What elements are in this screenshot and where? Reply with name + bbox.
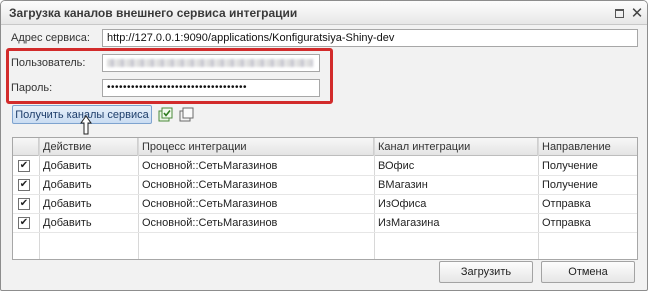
cell-channel: ИзОфиса [378, 198, 427, 210]
check-icon: ✔ [19, 179, 29, 190]
cell-channel: ИзМагазина [378, 217, 440, 229]
table-row[interactable]: ✔ Добавить Основной::СетьМагазинов ИзОфи… [13, 195, 637, 214]
header-direction[interactable]: Направление [538, 138, 637, 156]
row-checkbox[interactable]: ✔ [18, 217, 30, 229]
header-checkbox-column [13, 138, 39, 156]
dialog-window: Загрузка каналов внешнего сервиса интегр… [0, 0, 648, 291]
cell-process: Основной::СетьМагазинов [142, 217, 278, 229]
cell-action: Добавить [43, 198, 92, 210]
header-process[interactable]: Процесс интеграции [138, 138, 374, 156]
check-icon: ✔ [19, 217, 29, 228]
mouse-cursor-icon [80, 115, 92, 135]
cell-channel: ВОфис [378, 160, 415, 172]
row-checkbox[interactable]: ✔ [18, 198, 30, 210]
check-icon: ✔ [19, 160, 29, 171]
cell-action: Добавить [43, 217, 92, 229]
cell-action: Добавить [43, 179, 92, 191]
cell-direction: Отправка [542, 198, 591, 210]
maximize-icon[interactable] [611, 5, 627, 21]
select-all-icon[interactable] [158, 106, 174, 122]
cell-direction: Получение [542, 179, 598, 191]
window-title: Загрузка каналов внешнего сервиса интегр… [9, 6, 298, 20]
channels-table: Действие Процесс интеграции Канал интегр… [12, 137, 638, 260]
row-checkbox[interactable]: ✔ [18, 160, 30, 172]
row-checkbox[interactable]: ✔ [18, 179, 30, 191]
credentials-highlight-frame [6, 48, 333, 104]
cell-process: Основной::СетьМагазинов [142, 198, 278, 210]
header-action[interactable]: Действие [39, 138, 138, 156]
check-icon: ✔ [19, 198, 29, 209]
load-button[interactable]: Загрузить [439, 261, 533, 283]
cell-action: Добавить [43, 160, 92, 172]
title-bar: Загрузка каналов внешнего сервиса интегр… [1, 1, 647, 25]
table-header: Действие Процесс интеграции Канал интегр… [13, 138, 637, 156]
table-row[interactable]: ✔ Добавить Основной::СетьМагазинов ИзМаг… [13, 214, 637, 233]
deselect-all-icon[interactable] [179, 106, 195, 122]
cell-channel: ВМагазин [378, 179, 428, 191]
service-address-label: Адрес сервиса: [11, 32, 90, 44]
cell-process: Основной::СетьМагазинов [142, 179, 278, 191]
close-icon[interactable]: ✕ [629, 5, 645, 22]
service-address-field[interactable]: http://127.0.0.1:9090/applications/Konfi… [102, 29, 638, 47]
header-channel[interactable]: Канал интеграции [374, 138, 538, 156]
cell-direction: Отправка [542, 217, 591, 229]
table-row[interactable]: ✔ Добавить Основной::СетьМагазинов ВМага… [13, 176, 637, 195]
cell-direction: Получение [542, 160, 598, 172]
cancel-button[interactable]: Отмена [541, 261, 635, 283]
table-row[interactable]: ✔ Добавить Основной::СетьМагазинов ВОфис… [13, 157, 637, 176]
cell-process: Основной::СетьМагазинов [142, 160, 278, 172]
